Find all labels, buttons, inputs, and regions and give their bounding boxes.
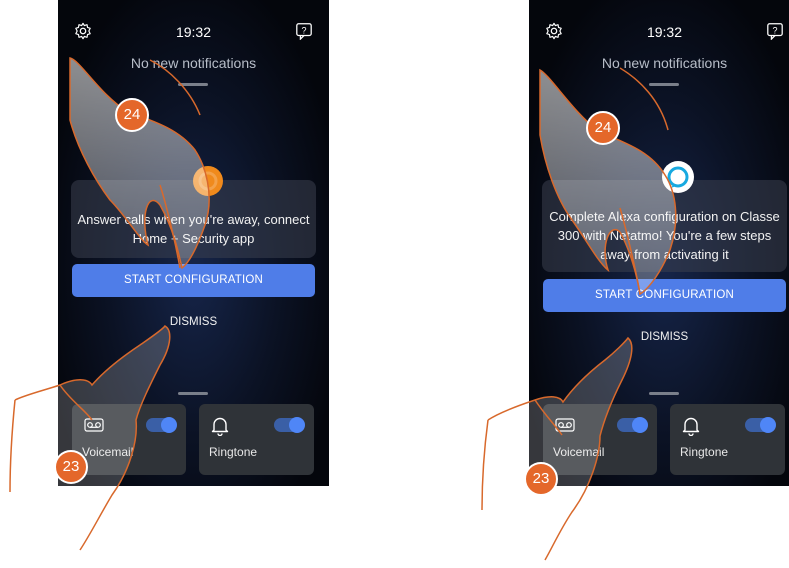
clock: 19:32 — [646, 24, 683, 40]
drag-handle-bottom[interactable] — [649, 392, 679, 395]
ringtone-label: Ringtone — [680, 445, 729, 459]
bell-icon — [682, 417, 700, 436]
promo-card-text: Answer calls when you're away, connect H… — [77, 212, 310, 246]
promo-card-text: Complete Alexa configuration on Classe 3… — [549, 209, 780, 262]
voicemail-icon — [555, 418, 575, 432]
callout-badge-23: 23 — [54, 450, 88, 484]
help-icon[interactable]: ? — [766, 22, 784, 40]
touchscreen-panel-2: 19:32 ? No new notifications Complete Al… — [529, 0, 789, 486]
drag-handle-top[interactable] — [649, 83, 679, 86]
promo-card: Complete Alexa configuration on Classe 3… — [542, 161, 787, 272]
drag-handle-bottom[interactable] — [178, 392, 208, 395]
ringtone-toggle[interactable] — [745, 417, 776, 433]
clock: 19:32 — [175, 24, 212, 40]
dismiss-button[interactable]: DISMISS — [58, 316, 329, 328]
ringtone-tile[interactable]: Ringtone — [670, 404, 785, 475]
promo-card: Answer calls when you're away, connect H… — [71, 166, 316, 258]
start-configuration-button[interactable]: START CONFIGURATION — [543, 279, 786, 312]
start-configuration-button[interactable]: START CONFIGURATION — [72, 264, 315, 297]
svg-text:?: ? — [772, 25, 777, 35]
notifications-status: No new notifications — [130, 55, 257, 71]
voicemail-icon — [84, 418, 104, 432]
voicemail-label: Voicemail — [82, 445, 134, 459]
ringtone-label: Ringtone — [209, 445, 258, 459]
voicemail-tile[interactable]: Voicemail — [543, 404, 657, 475]
ringtone-toggle[interactable] — [274, 417, 305, 433]
callout-badge-23: 23 — [524, 462, 558, 496]
voicemail-label: Voicemail — [553, 445, 605, 459]
help-icon[interactable]: ? — [295, 22, 313, 40]
ringtone-tile[interactable]: Ringtone — [199, 404, 314, 475]
netatmo-app-icon — [193, 166, 223, 196]
drag-handle-top[interactable] — [178, 83, 208, 86]
dismiss-button[interactable]: DISMISS — [529, 331, 789, 343]
callout-badge-24: 24 — [115, 98, 149, 132]
voicemail-toggle[interactable] — [617, 417, 648, 433]
voicemail-toggle[interactable] — [146, 417, 177, 433]
svg-text:?: ? — [301, 25, 306, 35]
callout-badge-24: 24 — [586, 111, 620, 145]
touchscreen-panel-1: 19:32 ? No new notifications Answer call… — [58, 0, 329, 486]
alexa-icon — [662, 161, 694, 193]
notifications-status: No new notifications — [601, 55, 728, 71]
bell-icon — [211, 417, 229, 436]
voicemail-tile[interactable]: Voicemail — [72, 404, 186, 475]
